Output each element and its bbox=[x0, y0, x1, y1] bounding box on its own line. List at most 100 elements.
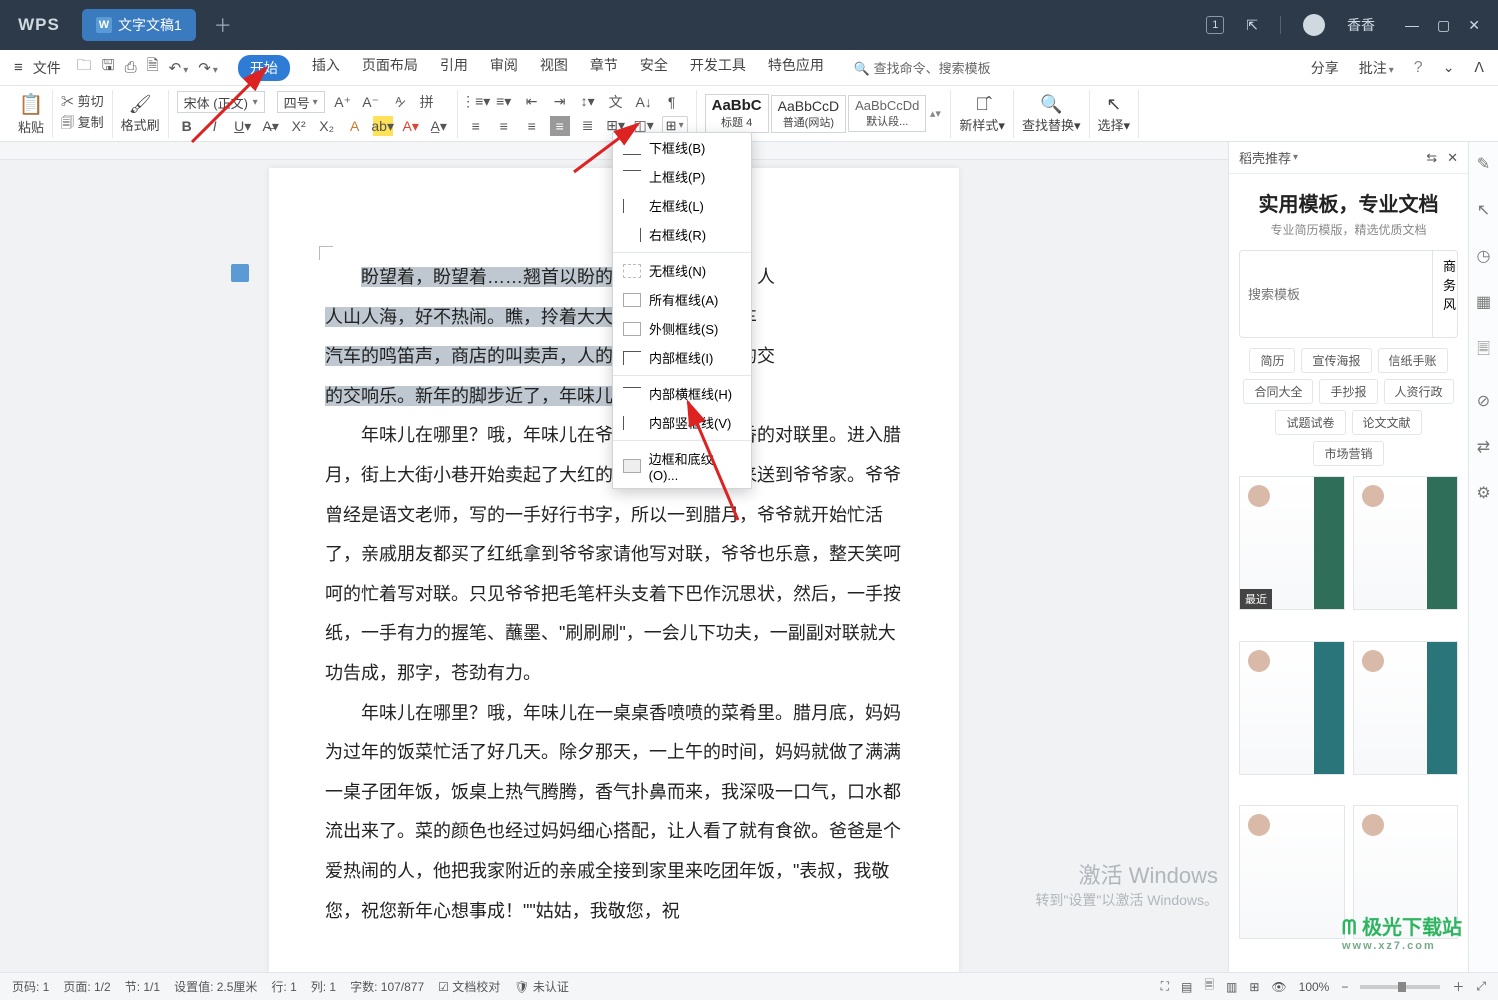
settings-tool-icon[interactable]: ⚙ bbox=[1476, 483, 1490, 503]
border-top[interactable]: 上框线(P) bbox=[613, 162, 751, 191]
italic-button[interactable]: I bbox=[205, 116, 225, 136]
cut-button[interactable]: ✂ 剪切 bbox=[61, 91, 104, 110]
line-spacing-button[interactable]: ↕▾ bbox=[578, 92, 598, 112]
redo-icon[interactable]: ↷▾ bbox=[198, 59, 218, 77]
tag-hr[interactable]: 人资行政 bbox=[1384, 379, 1454, 404]
border-and-shading[interactable]: 边框和底纹(O)... bbox=[613, 444, 751, 488]
paste-group[interactable]: 📋 粘贴 bbox=[10, 90, 53, 138]
distribute-button[interactable]: ≣ bbox=[578, 116, 598, 136]
grid-tool-icon[interactable]: ▦ bbox=[1476, 292, 1491, 312]
status-wordcount[interactable]: 字数: 107/877 bbox=[350, 978, 424, 995]
view-outline-icon[interactable]: ⊞ bbox=[1249, 980, 1259, 994]
minimize-button[interactable]: — bbox=[1405, 17, 1419, 34]
tag-thesis[interactable]: 论文文献 bbox=[1352, 410, 1422, 435]
align-right-button[interactable]: ≡ bbox=[522, 116, 542, 136]
tag-exam[interactable]: 试题试卷 bbox=[1275, 410, 1345, 435]
border-none[interactable]: 无框线(N) bbox=[613, 256, 751, 285]
clear-format-icon[interactable]: ᴬ̷ bbox=[389, 92, 409, 112]
highlight-button[interactable]: ab▾ bbox=[373, 116, 393, 136]
fit-page-icon[interactable]: ⤢ bbox=[1476, 979, 1486, 994]
tag-letter[interactable]: 信纸手账 bbox=[1378, 348, 1448, 373]
font-name-select[interactable]: 宋体 (正文)▾ bbox=[177, 91, 265, 113]
open-icon[interactable]: 🗀 bbox=[77, 55, 92, 80]
template-thumb[interactable] bbox=[1239, 641, 1345, 775]
border-all[interactable]: 所有框线(A) bbox=[613, 285, 751, 314]
undo-icon[interactable]: ↶▾ bbox=[169, 59, 189, 77]
zoom-level[interactable]: 100% bbox=[1299, 980, 1330, 994]
select-button[interactable]: ↖ 选择▾ bbox=[1090, 90, 1140, 138]
status-auth[interactable]: 🛡 未认证 bbox=[514, 978, 569, 995]
zoom-in-button[interactable]: ＋ bbox=[1452, 978, 1464, 995]
comment-button[interactable]: 批注▾ bbox=[1359, 58, 1394, 78]
template-search-input[interactable] bbox=[1240, 251, 1432, 337]
tag-marketing[interactable]: 市场营销 bbox=[1313, 441, 1383, 466]
transfer-tool-icon[interactable]: ⇄ bbox=[1477, 437, 1490, 457]
status-proofread[interactable]: ☑ 文档校对 bbox=[438, 978, 500, 995]
border-bottom[interactable]: 下框线(B) bbox=[613, 133, 751, 162]
zoom-slider[interactable] bbox=[1360, 985, 1440, 989]
document-tab[interactable]: W 文字文稿1 bbox=[82, 9, 196, 41]
view-print-icon[interactable]: 🗏 bbox=[1204, 976, 1214, 997]
find-replace-button[interactable]: 🔍 查找替换▾ bbox=[1014, 90, 1090, 138]
new-tab-button[interactable]: ＋ bbox=[214, 12, 232, 38]
template-thumb[interactable] bbox=[1353, 641, 1459, 775]
page-tool-icon[interactable]: 🗏 bbox=[1477, 338, 1490, 365]
view-read-icon[interactable]: ▤ bbox=[1181, 980, 1192, 994]
new-style-button[interactable]: Ａ̂ 新样式▾ bbox=[951, 90, 1014, 138]
command-search[interactable]: 🔍 查找命令、搜索模板 bbox=[854, 58, 991, 77]
font-color-button[interactable]: A▾ bbox=[401, 116, 421, 136]
border-inside-h[interactable]: 内部横框线(H) bbox=[613, 379, 751, 408]
file-menu[interactable]: 文件 bbox=[33, 58, 61, 78]
underline-button[interactable]: U▾ bbox=[233, 116, 253, 136]
border-right[interactable]: 右框线(R) bbox=[613, 220, 751, 249]
tag-resume[interactable]: 简历 bbox=[1249, 348, 1295, 373]
cursor-tool-icon[interactable]: ↖ bbox=[1477, 200, 1490, 220]
align-justify-button[interactable]: ≡ bbox=[550, 116, 570, 136]
maximize-button[interactable]: ▢ bbox=[1437, 17, 1450, 34]
preview-icon[interactable]: 🗎 bbox=[147, 55, 159, 80]
share-button[interactable]: 分享 bbox=[1311, 58, 1339, 78]
status-pagenum[interactable]: 页码: 1 bbox=[12, 978, 49, 995]
template-thumb[interactable] bbox=[1353, 476, 1459, 610]
style-normal-web[interactable]: AaBbCcD 普通(网站) bbox=[771, 95, 846, 133]
style-heading4[interactable]: AaBbC 标题 4 bbox=[705, 94, 769, 133]
notif-badge[interactable]: 1 bbox=[1206, 16, 1224, 34]
numbering-button[interactable]: ≡▾ bbox=[494, 92, 514, 112]
view-fullscreen-icon[interactable]: ⛶ bbox=[1161, 979, 1169, 994]
hamburger-icon[interactable]: ≡ bbox=[14, 59, 23, 76]
text-effect-button[interactable]: A bbox=[345, 116, 365, 136]
tab-review[interactable]: 审阅 bbox=[490, 55, 518, 81]
copy-button[interactable]: 🗐 复制 bbox=[61, 112, 104, 136]
tab-insert[interactable]: 插入 bbox=[312, 55, 340, 81]
tab-pagelayout[interactable]: 页面布局 bbox=[362, 55, 418, 81]
phonetic-icon[interactable]: 拼 bbox=[417, 92, 437, 112]
tab-reference[interactable]: 引用 bbox=[440, 55, 468, 81]
char-shading-button[interactable]: A̲▾ bbox=[429, 116, 449, 136]
status-row[interactable]: 行: 1 bbox=[271, 978, 296, 995]
help-button[interactable]: ? bbox=[1414, 59, 1423, 77]
format-brush[interactable]: 🖌 格式刷 bbox=[113, 90, 169, 138]
tag-contract[interactable]: 合同大全 bbox=[1243, 379, 1313, 404]
collapse-ribbon-icon[interactable]: ᐱ bbox=[1474, 59, 1484, 76]
shrink-font-icon[interactable]: A⁻ bbox=[361, 92, 381, 112]
superscript-button[interactable]: X² bbox=[289, 116, 309, 136]
tag-handwritten[interactable]: 手抄报 bbox=[1319, 379, 1377, 404]
comment-tag-icon[interactable] bbox=[231, 264, 249, 282]
search-filter-business[interactable]: 商务风 bbox=[1432, 251, 1458, 337]
strike-button[interactable]: A̶▾ bbox=[261, 116, 281, 136]
subscript-button[interactable]: X₂ bbox=[317, 116, 337, 136]
show-marks-button[interactable]: ¶ bbox=[662, 92, 682, 112]
clock-tool-icon[interactable]: ◷ bbox=[1477, 246, 1491, 266]
tab-view[interactable]: 视图 bbox=[540, 55, 568, 81]
status-setvalue[interactable]: 设置值: 2.5厘米 bbox=[174, 978, 257, 995]
dropdown-menu-icon[interactable]: ⌄ bbox=[1443, 59, 1455, 76]
avatar[interactable] bbox=[1303, 14, 1325, 36]
tag-poster[interactable]: 宣传海报 bbox=[1301, 348, 1371, 373]
border-left[interactable]: 左框线(L) bbox=[613, 191, 751, 220]
border-inside[interactable]: 内部框线(I) bbox=[613, 343, 751, 372]
bold-button[interactable]: B bbox=[177, 116, 197, 136]
tab-devtools[interactable]: 开发工具 bbox=[690, 55, 746, 81]
sort-button[interactable]: A↓ bbox=[634, 92, 654, 112]
status-pagecount[interactable]: 页面: 1/2 bbox=[63, 978, 110, 995]
tab-section[interactable]: 章节 bbox=[590, 55, 618, 81]
